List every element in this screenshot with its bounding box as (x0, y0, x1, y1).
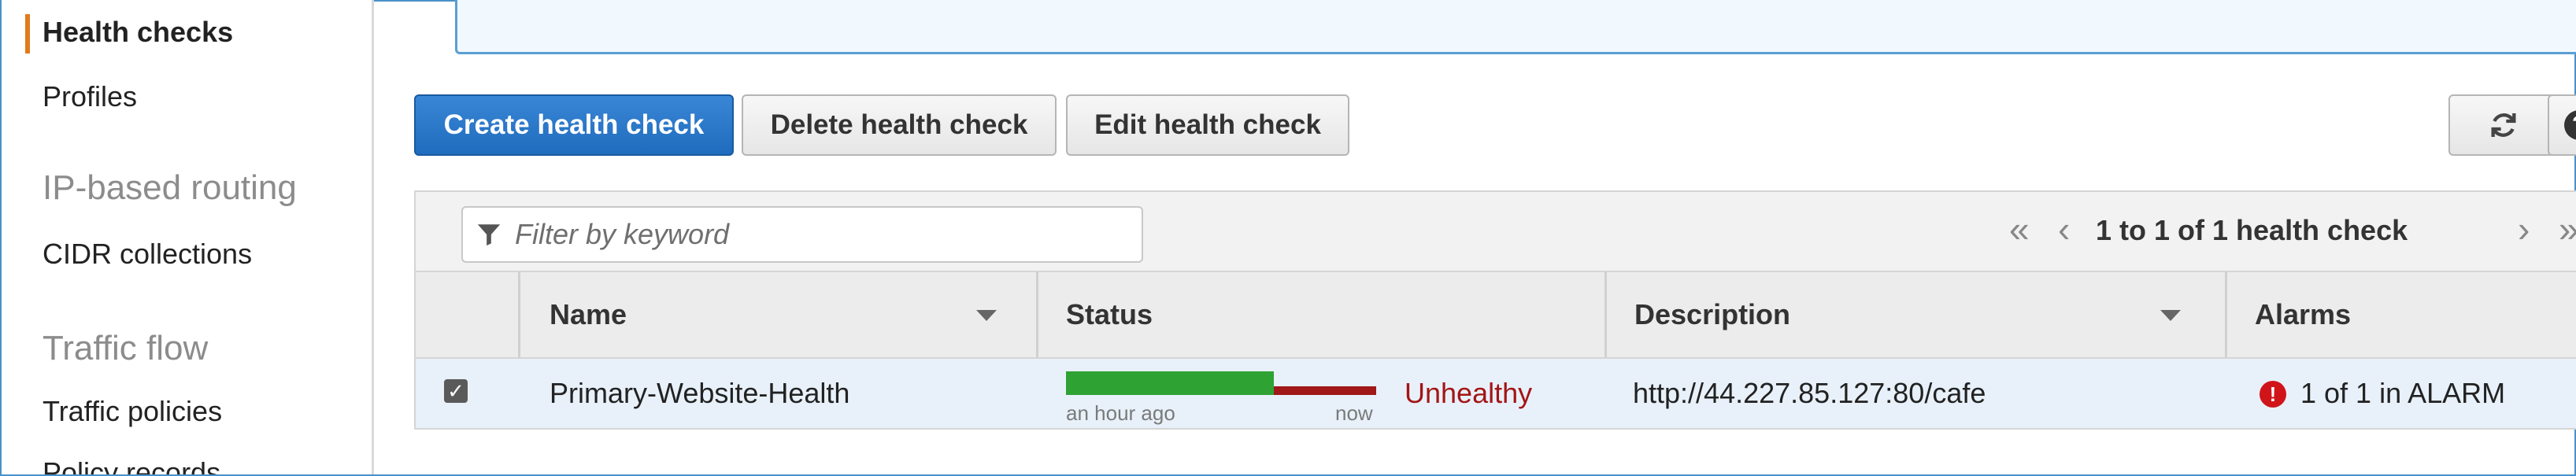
sidebar-section-ip-based-routing: IP-based routing (43, 168, 297, 207)
previous-page-icon[interactable]: ‹ (2058, 211, 2070, 247)
column-divider (1604, 272, 1607, 357)
status-unhealthy-segment (1274, 386, 1376, 395)
edit-health-check-button[interactable]: Edit health check (1066, 94, 1349, 156)
help-icon: ? (2564, 110, 2576, 140)
row-checkbox[interactable]: ✓ (444, 379, 468, 403)
column-header-alarms[interactable]: Alarms (2255, 272, 2351, 357)
health-check-name[interactable]: Primary-Website-Health (550, 359, 849, 428)
refresh-button[interactable] (2448, 94, 2559, 156)
column-header-name[interactable]: Name (550, 272, 627, 357)
status-start-label: an hour ago (1066, 401, 1175, 425)
column-divider (2225, 272, 2227, 357)
column-header-description[interactable]: Description (1634, 272, 1790, 357)
sidebar-item-cidr-collections[interactable]: CIDR collections (43, 238, 252, 271)
filter-input[interactable] (513, 217, 1131, 252)
sidebar-item-health-checks[interactable]: Health checks (43, 16, 233, 49)
sidebar-item-profiles[interactable]: Profiles (43, 80, 137, 113)
refresh-icon (2491, 113, 2516, 137)
column-header-status[interactable]: Status (1066, 272, 1153, 357)
active-indicator (25, 14, 30, 54)
sidebar-item-policy-records[interactable]: Policy records (43, 456, 220, 474)
sidebar-section-traffic-flow: Traffic flow (43, 329, 209, 367)
delete-health-check-button[interactable]: Delete health check (742, 94, 1057, 156)
sort-caret-icon[interactable] (976, 310, 997, 321)
description-value: http://44.227.85.127:80/cafe (1633, 377, 1986, 409)
status-end-label: now (1335, 401, 1373, 425)
table-header: Name Status Description Alarms (414, 272, 2576, 359)
filter-icon (477, 224, 501, 246)
info-banner (455, 0, 2576, 54)
column-divider (518, 272, 520, 357)
last-page-icon[interactable]: » (2559, 211, 2576, 247)
sidebar-item-traffic-policies[interactable]: Traffic policies (43, 395, 222, 428)
table-toolbar: « ‹ 1 to 1 of 1 health check › » (414, 190, 2576, 272)
sort-caret-icon[interactable] (2160, 310, 2181, 321)
table-row[interactable]: ✓ Primary-Website-Health an hour ago now… (414, 359, 2576, 430)
filter-box[interactable] (461, 206, 1143, 263)
alarms-value[interactable]: 1 of 1 in ALARM (2300, 359, 2505, 428)
status-healthy-segment (1066, 371, 1274, 395)
next-page-icon[interactable]: › (2518, 211, 2530, 247)
pagination-text: 1 to 1 of 1 health check (2096, 214, 2408, 246)
alarm-icon: ! (2260, 381, 2286, 408)
column-divider (1036, 272, 1038, 357)
status-value: Unhealthy (1405, 377, 1533, 409)
sidebar: Health checks Profiles IP-based routing … (2, 0, 374, 474)
first-page-icon[interactable]: « (2009, 211, 2030, 247)
create-health-check-button[interactable]: Create health check (414, 94, 734, 156)
help-button[interactable]: ? (2548, 94, 2576, 156)
